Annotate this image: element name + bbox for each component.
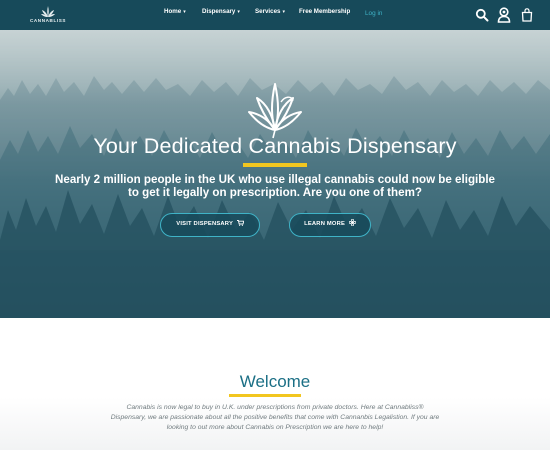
welcome-section: Welcome Cannabis is now legal to buy in … (0, 318, 550, 450)
nav-item-dispensary[interactable]: Dispensary ▾ (202, 8, 240, 15)
welcome-body-text: Cannabis is now legal to buy in U.K. und… (110, 404, 440, 431)
chevron-down-icon: ▾ (183, 9, 186, 15)
nav-item-services[interactable]: Services ▾ (255, 8, 285, 15)
leaf-logo-icon (41, 6, 55, 17)
flower-icon (348, 218, 357, 227)
chevron-down-icon: ▾ (282, 9, 285, 15)
learn-more-button-label: LEARN MORE (304, 221, 346, 227)
visit-dispensary-button-label: VISIT DISPENSARY (176, 221, 233, 227)
visit-dispensary-button[interactable]: VISIT DISPENSARY (160, 213, 260, 237)
chevron-down-icon: ▾ (237, 9, 240, 15)
nav-item-label: Free Membership (299, 8, 351, 15)
learn-more-button[interactable]: LEARN MORE (289, 213, 371, 237)
top-navigation-bar: CANNABLISS Home ▾ Dispensary ▾ Services ▾ F… (0, 0, 550, 30)
hero-title: Your Dedicated Cannabis Dispensary (93, 134, 457, 158)
welcome-title: Welcome (239, 372, 311, 391)
nav-item-label: Dispensary (202, 8, 236, 15)
cart-icon (236, 219, 245, 226)
nav-item-free-membership[interactable]: Free Membership (299, 8, 350, 15)
hero-subtitle: Nearly 2 million people in the UK who us… (55, 173, 496, 199)
account-icon[interactable] (497, 7, 511, 23)
hero-title-underline (243, 163, 307, 167)
brand-logo[interactable]: CANNABLISS (26, 5, 70, 25)
hero-section: Your Dedicated Cannabis Dispensary Nearl… (0, 30, 550, 318)
nav-item-label: Services (255, 8, 281, 15)
nav-item-label: Home (164, 8, 182, 15)
login-link[interactable]: Log in (365, 10, 382, 17)
search-icon[interactable] (475, 8, 489, 22)
nav-item-home[interactable]: Home ▾ (164, 8, 186, 15)
welcome-title-underline (229, 394, 301, 397)
cart-icon[interactable] (521, 8, 535, 22)
brand-logo-text: CANNABLISS (29, 18, 67, 23)
